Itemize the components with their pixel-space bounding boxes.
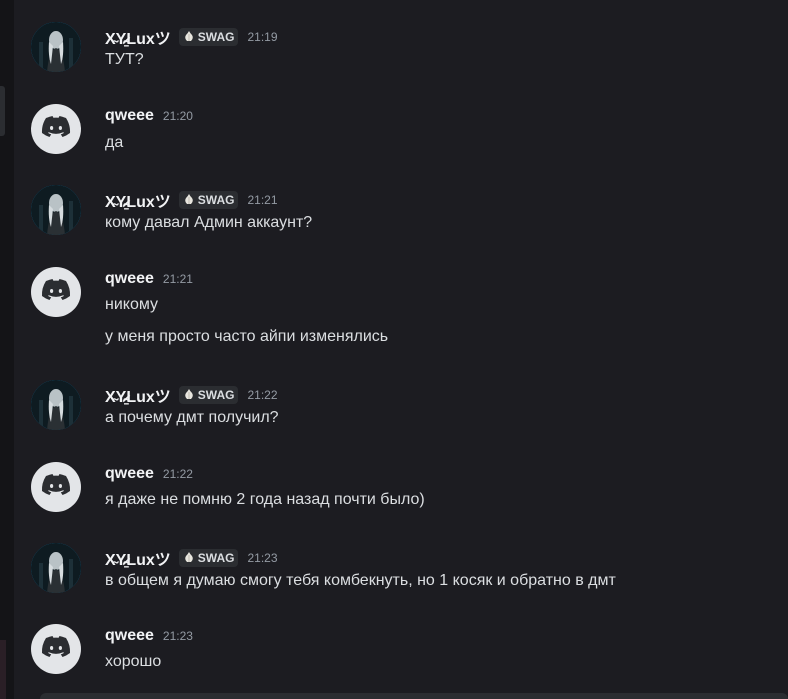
username[interactable]: X̴Y̴̷̱Luxツ [105, 25, 171, 49]
garlic-icon [183, 388, 195, 403]
timestamp[interactable]: 21:19 [247, 30, 277, 44]
server-sidebar-edge [0, 0, 14, 699]
message-header: qweee 21:20 [105, 107, 193, 125]
username[interactable]: qweee [105, 270, 154, 288]
discord-logo-icon [41, 635, 71, 663]
message-list[interactable]: X̴Y̴̷̱Luxツ SWAG 21:19 ТУТ? qweee 21:20 д… [14, 0, 788, 699]
timestamp[interactable]: 21:20 [163, 109, 193, 123]
timestamp[interactable]: 21:23 [247, 551, 277, 565]
timestamp[interactable]: 21:21 [247, 193, 277, 207]
profile-photo-icon [31, 543, 81, 593]
message-text: да [105, 134, 124, 151]
message-text: в общем я думаю смогу тебя комбекнуть, н… [105, 572, 616, 589]
profile-photo-icon [31, 380, 81, 430]
role-tag[interactable]: SWAG [178, 191, 239, 209]
message-text: никому [105, 296, 159, 313]
message-text: у меня просто часто айпи изменялись [105, 328, 389, 345]
avatar[interactable] [31, 267, 81, 317]
username[interactable]: qweee [105, 627, 154, 645]
message-text: я даже не помню 2 года назад почти было) [105, 491, 425, 508]
discord-logo-icon [41, 473, 71, 501]
profile-photo-icon [31, 185, 81, 235]
avatar[interactable] [31, 462, 81, 512]
discord-logo-icon [41, 115, 71, 143]
role-tag-label: SWAG [197, 551, 235, 565]
message-header: X̴Y̴̷̱Luxツ SWAG 21:21 [105, 188, 278, 212]
message-header: qweee 21:21 [105, 270, 193, 288]
role-tag[interactable]: SWAG [178, 28, 239, 46]
avatar[interactable] [31, 104, 81, 154]
avatar[interactable] [31, 380, 81, 430]
message-header: qweee 21:22 [105, 465, 193, 483]
garlic-icon [183, 30, 195, 45]
avatar[interactable] [31, 624, 81, 674]
garlic-icon [183, 551, 195, 566]
sidebar-bottom-edge [0, 640, 6, 699]
timestamp[interactable]: 21:22 [247, 388, 277, 402]
role-tag[interactable]: SWAG [178, 549, 239, 567]
message-text: хорошо [105, 653, 162, 670]
profile-photo-icon [31, 22, 81, 72]
role-tag[interactable]: SWAG [178, 386, 239, 404]
message-input-edge[interactable] [40, 693, 788, 699]
garlic-icon [183, 193, 195, 208]
role-tag-label: SWAG [197, 193, 235, 207]
username[interactable]: qweee [105, 107, 154, 125]
message-header: X̴Y̴̷̱Luxツ SWAG 21:19 [105, 25, 278, 49]
username[interactable]: X̴Y̴̷̱Luxツ [105, 546, 171, 570]
message-header: X̴Y̴̷̱Luxツ SWAG 21:23 [105, 546, 278, 570]
timestamp[interactable]: 21:22 [163, 467, 193, 481]
message-text: а почему дмт получил? [105, 409, 279, 426]
message-text: ТУТ? [105, 51, 144, 68]
role-tag-label: SWAG [197, 388, 235, 402]
timestamp[interactable]: 21:21 [163, 272, 193, 286]
message-header: X̴Y̴̷̱Luxツ SWAG 21:22 [105, 383, 278, 407]
discord-logo-icon [41, 278, 71, 306]
avatar[interactable] [31, 185, 81, 235]
message-text: кому давал Админ аккаунт? [105, 214, 313, 231]
message-header: qweee 21:23 [105, 627, 193, 645]
avatar[interactable] [31, 22, 81, 72]
username[interactable]: qweee [105, 465, 154, 483]
username[interactable]: X̴Y̴̷̱Luxツ [105, 188, 171, 212]
username[interactable]: X̴Y̴̷̱Luxツ [105, 383, 171, 407]
sidebar-selection-pill [0, 86, 5, 136]
timestamp[interactable]: 21:23 [163, 629, 193, 643]
role-tag-label: SWAG [197, 30, 235, 44]
avatar[interactable] [31, 543, 81, 593]
app-window: X̴Y̴̷̱Luxツ SWAG 21:19 ТУТ? qweee 21:20 д… [0, 0, 788, 699]
